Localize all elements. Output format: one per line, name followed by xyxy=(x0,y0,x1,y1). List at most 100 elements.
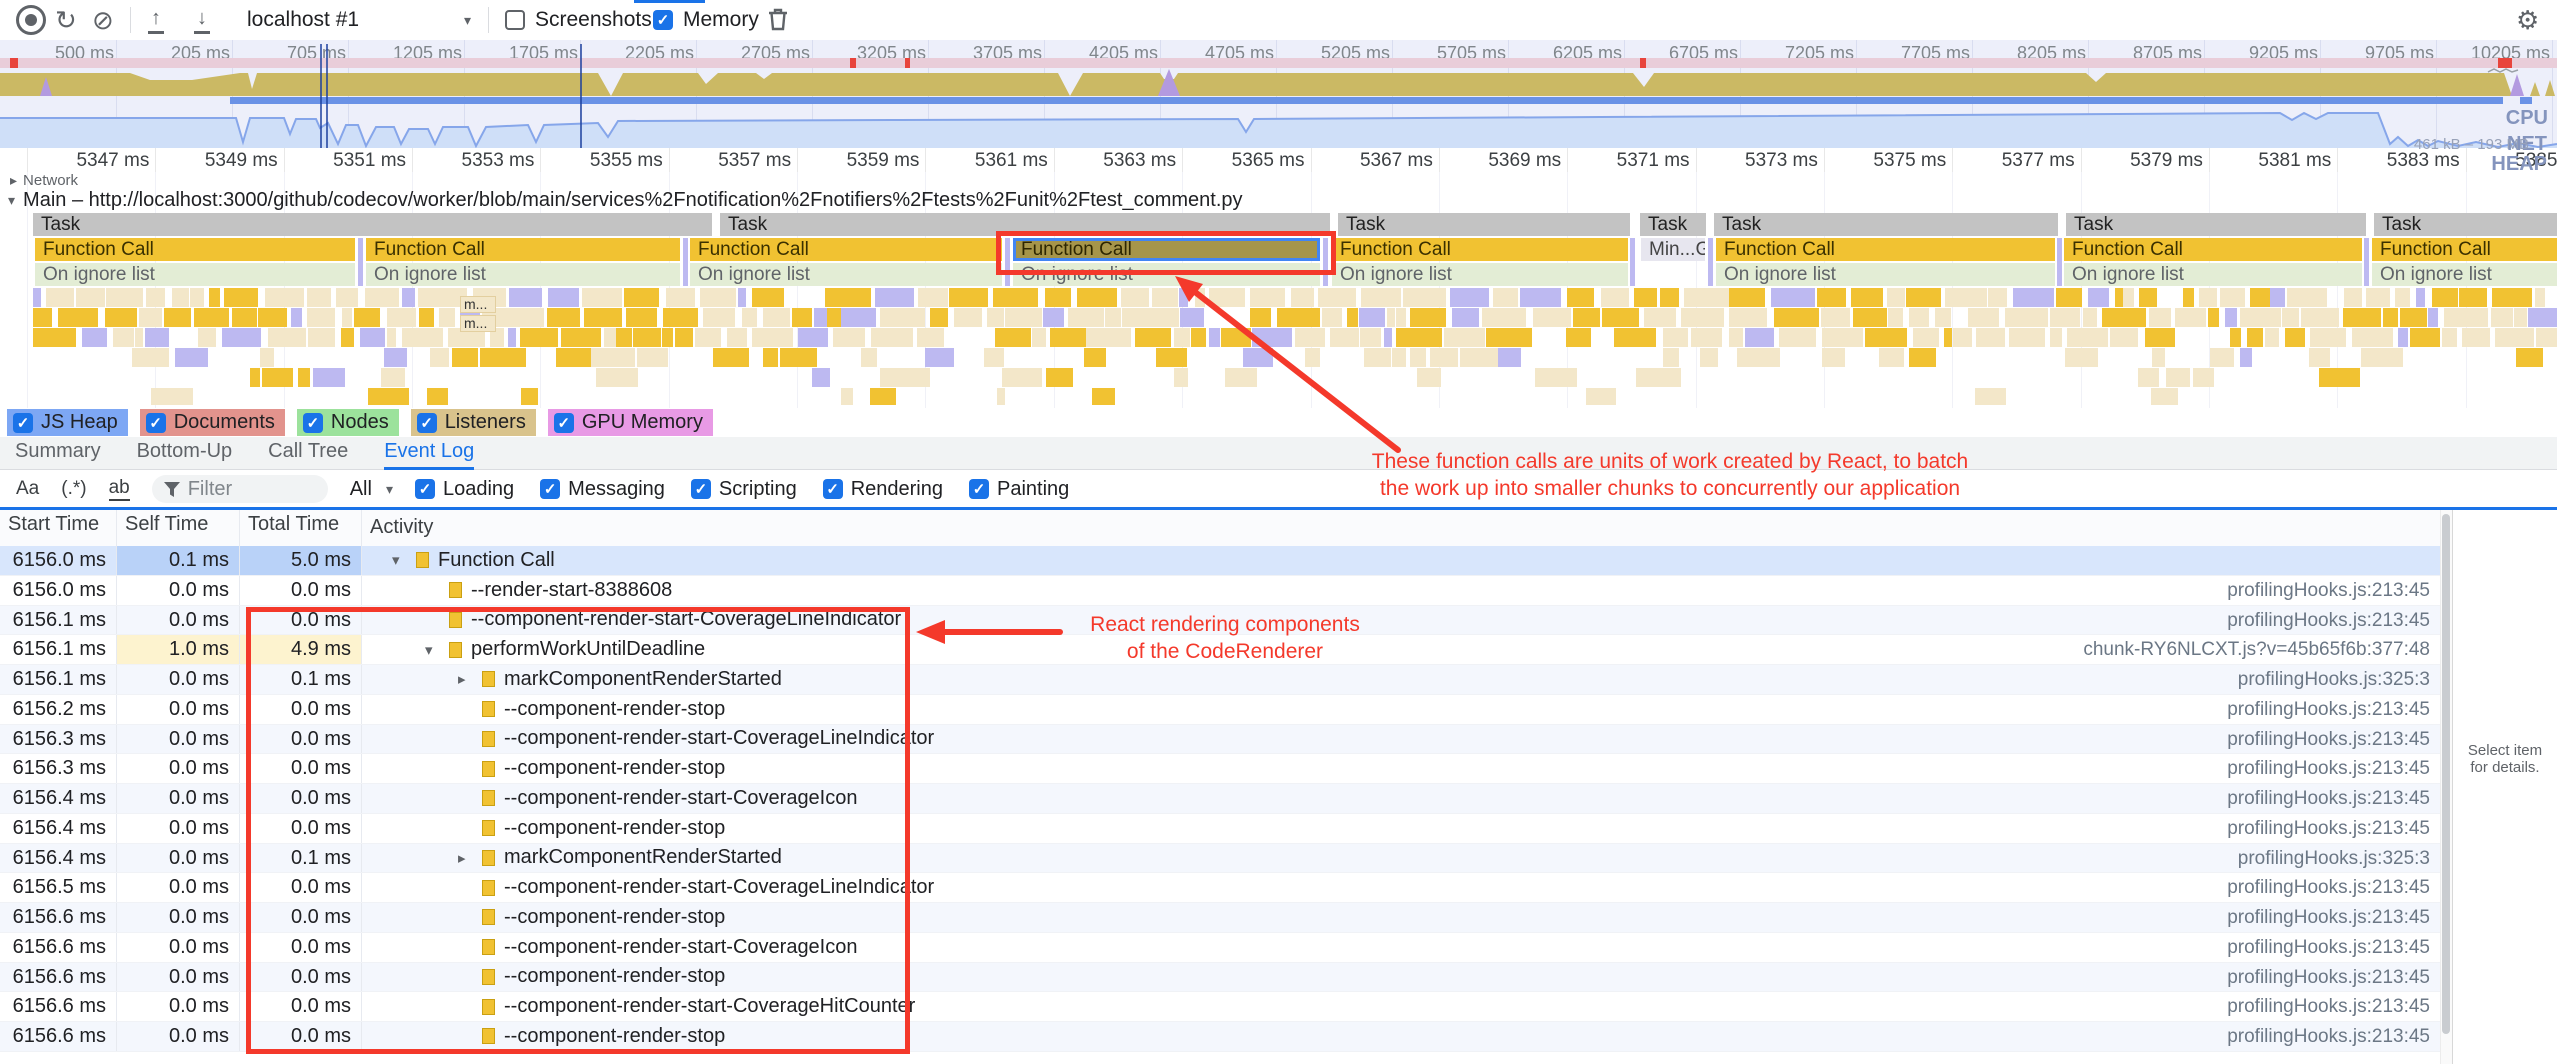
source-location-link[interactable]: profilingHooks.js:213:45 xyxy=(2227,695,2430,724)
function-call-bar[interactable]: Function Call xyxy=(35,238,355,261)
expand-arrow-icon[interactable]: ▾ xyxy=(392,551,416,569)
category-checkbox[interactable]: ✓ xyxy=(969,479,989,499)
task-bar[interactable]: Task xyxy=(1640,213,1706,236)
screenshots-toggle[interactable]: Screenshots xyxy=(505,0,652,40)
source-location-link[interactable]: profilingHooks.js:213:45 xyxy=(2227,725,2430,754)
function-call-bar[interactable]: Function Call xyxy=(2064,238,2362,261)
legend-checkbox[interactable]: ✓ xyxy=(146,413,166,433)
flame-bar-truncated[interactable]: m... xyxy=(460,315,496,332)
main-track-header[interactable]: ▾ Main – http://localhost:3000/github/co… xyxy=(8,188,1243,212)
record-button[interactable] xyxy=(16,0,46,40)
task-bar[interactable]: Task xyxy=(33,213,712,236)
flame-bar-truncated[interactable]: m... xyxy=(460,296,496,313)
ignore-list-bar[interactable]: On ignore list xyxy=(2064,263,2362,286)
legend-item-js-heap[interactable]: ✓JS Heap xyxy=(7,409,128,436)
function-call-bar[interactable]: Function Call xyxy=(1332,238,1628,261)
ignore-list-bar[interactable]: On ignore list xyxy=(35,263,355,286)
source-location-link[interactable]: profilingHooks.js:213:45 xyxy=(2227,992,2430,1021)
task-bar[interactable]: Task xyxy=(2374,213,2557,236)
collect-garbage-button[interactable] xyxy=(766,0,790,40)
timeline-overview[interactable]: 500 ms205 ms705 ms1205 ms1705 ms2205 ms2… xyxy=(0,40,2557,148)
legend-checkbox[interactable]: ✓ xyxy=(554,413,574,433)
event-row[interactable]: 6156.0 ms0.0 ms0.0 ms--render-start-8388… xyxy=(0,576,2440,606)
tab-call-tree[interactable]: Call Tree xyxy=(268,437,348,470)
legend-item-nodes[interactable]: ✓Nodes xyxy=(297,409,399,436)
tab-bottom-up[interactable]: Bottom-Up xyxy=(137,437,233,470)
column-self-time[interactable]: Self Time xyxy=(117,510,240,546)
task-bar[interactable]: Task xyxy=(1338,213,1630,236)
function-call-bar[interactable]: Function Call xyxy=(1716,238,2055,261)
column-start-time[interactable]: Start Time ▲ xyxy=(0,510,117,546)
category-checkbox[interactable]: ✓ xyxy=(691,479,711,499)
function-call-bar[interactable]: Function Call xyxy=(366,238,680,261)
settings-button[interactable]: ⚙ xyxy=(2516,0,2539,40)
whole-word-button[interactable]: ab xyxy=(109,477,130,501)
source-location-link[interactable]: chunk-RY6NLCXT.js?v=45b65f6b:377:48 xyxy=(2083,635,2430,664)
screenshots-checkbox[interactable] xyxy=(505,10,525,30)
source-location-link[interactable]: profilingHooks.js:325:3 xyxy=(2238,665,2430,694)
main-thread-flame-chart[interactable]: ▸ Network ▾ Main – http://localhost:3000… xyxy=(0,172,2557,408)
event-log-header[interactable]: Start Time ▲ Self Time Total Time Activi… xyxy=(0,510,2440,547)
source-location-link[interactable]: profilingHooks.js:213:45 xyxy=(2227,606,2430,635)
history-dropdown-caret[interactable]: ▾ xyxy=(464,0,471,40)
scrollbar-thumb[interactable] xyxy=(2442,514,2450,1034)
memory-toggle[interactable]: ✓ Memory xyxy=(653,0,759,40)
legend-checkbox[interactable]: ✓ xyxy=(417,413,437,433)
tab-summary[interactable]: Summary xyxy=(15,437,101,470)
minor-gc-bar[interactable]: Min...GC xyxy=(1641,238,1705,261)
category-checkbox[interactable]: ✓ xyxy=(540,479,560,499)
legend-item-gpu-memory[interactable]: ✓GPU Memory xyxy=(548,409,713,436)
source-location-link[interactable]: profilingHooks.js:213:45 xyxy=(2227,963,2430,992)
memory-checkbox[interactable]: ✓ xyxy=(653,10,673,30)
function-call-bar[interactable]: Function Call xyxy=(2372,238,2557,261)
legend-item-listeners[interactable]: ✓Listeners xyxy=(411,409,536,436)
task-bar[interactable]: Task xyxy=(2066,213,2366,236)
duration-filter-dropdown[interactable]: All ▾ xyxy=(350,478,393,501)
annotation-box-function-call xyxy=(996,231,1336,275)
flame-block xyxy=(2240,308,2281,327)
ignore-list-bar[interactable]: On ignore list xyxy=(1332,263,1628,286)
category-checkbox[interactable]: ✓ xyxy=(415,479,435,499)
category-filter-loading[interactable]: ✓Loading xyxy=(415,478,514,501)
event-row[interactable]: 6156.0 ms0.1 ms5.0 ms▾Function Call xyxy=(0,546,2440,576)
source-location-link[interactable]: profilingHooks.js:213:45 xyxy=(2227,903,2430,932)
category-filter-rendering[interactable]: ✓Rendering xyxy=(823,478,943,501)
category-filter-painting[interactable]: ✓Painting xyxy=(969,478,1069,501)
save-profile-button[interactable]: ↓ xyxy=(194,0,210,40)
source-location-link[interactable]: profilingHooks.js:213:45 xyxy=(2227,784,2430,813)
category-checkbox[interactable]: ✓ xyxy=(823,479,843,499)
source-location-link[interactable]: profilingHooks.js:325:3 xyxy=(2238,844,2430,873)
ignore-list-bar[interactable]: On ignore list xyxy=(690,263,1002,286)
source-location-link[interactable]: profilingHooks.js:213:45 xyxy=(2227,576,2430,605)
source-location-link[interactable]: profilingHooks.js:213:45 xyxy=(2227,754,2430,783)
task-bar[interactable]: Task xyxy=(1714,213,2058,236)
source-location-link[interactable]: profilingHooks.js:213:45 xyxy=(2227,1022,2430,1051)
category-filter-messaging[interactable]: ✓Messaging xyxy=(540,478,665,501)
column-total-time[interactable]: Total Time xyxy=(240,510,362,546)
history-dropdown[interactable]: localhost #1 xyxy=(247,0,359,40)
legend-item-documents[interactable]: ✓Documents xyxy=(140,409,285,436)
ignore-list-bar[interactable]: On ignore list xyxy=(366,263,680,286)
source-location-link[interactable]: profilingHooks.js:213:45 xyxy=(2227,873,2430,902)
legend-checkbox[interactable]: ✓ xyxy=(303,413,323,433)
tab-event-log[interactable]: Event Log xyxy=(384,437,474,470)
legend-checkbox[interactable]: ✓ xyxy=(13,413,33,433)
source-location-link[interactable]: profilingHooks.js:213:45 xyxy=(2227,814,2430,843)
network-track-header[interactable]: ▸ Network xyxy=(10,172,78,188)
flame-block xyxy=(1660,288,1679,307)
ignore-list-bar[interactable]: On ignore list xyxy=(2372,263,2557,286)
regex-button[interactable]: (.*) xyxy=(61,478,86,500)
flame-block xyxy=(2301,308,2339,327)
match-case-button[interactable]: Aa xyxy=(16,478,39,500)
ignore-list-bar[interactable]: On ignore list xyxy=(1716,263,2055,286)
column-activity[interactable]: Activity xyxy=(362,510,2440,546)
clear-recording-button[interactable]: ⊘ xyxy=(92,0,114,40)
timeline-ruler[interactable]: 5347 ms5349 ms5351 ms5353 ms5355 ms5357 … xyxy=(0,148,2557,173)
filter-input[interactable]: Filter xyxy=(152,475,328,503)
category-filter-scripting[interactable]: ✓Scripting xyxy=(691,478,797,501)
load-profile-button[interactable]: ↑ xyxy=(148,0,164,40)
reload-and-record-button[interactable]: ↻ xyxy=(55,0,77,40)
source-location-link[interactable]: profilingHooks.js:213:45 xyxy=(2227,933,2430,962)
flame-block xyxy=(1068,308,1104,327)
function-call-bar[interactable]: Function Call xyxy=(690,238,1002,261)
